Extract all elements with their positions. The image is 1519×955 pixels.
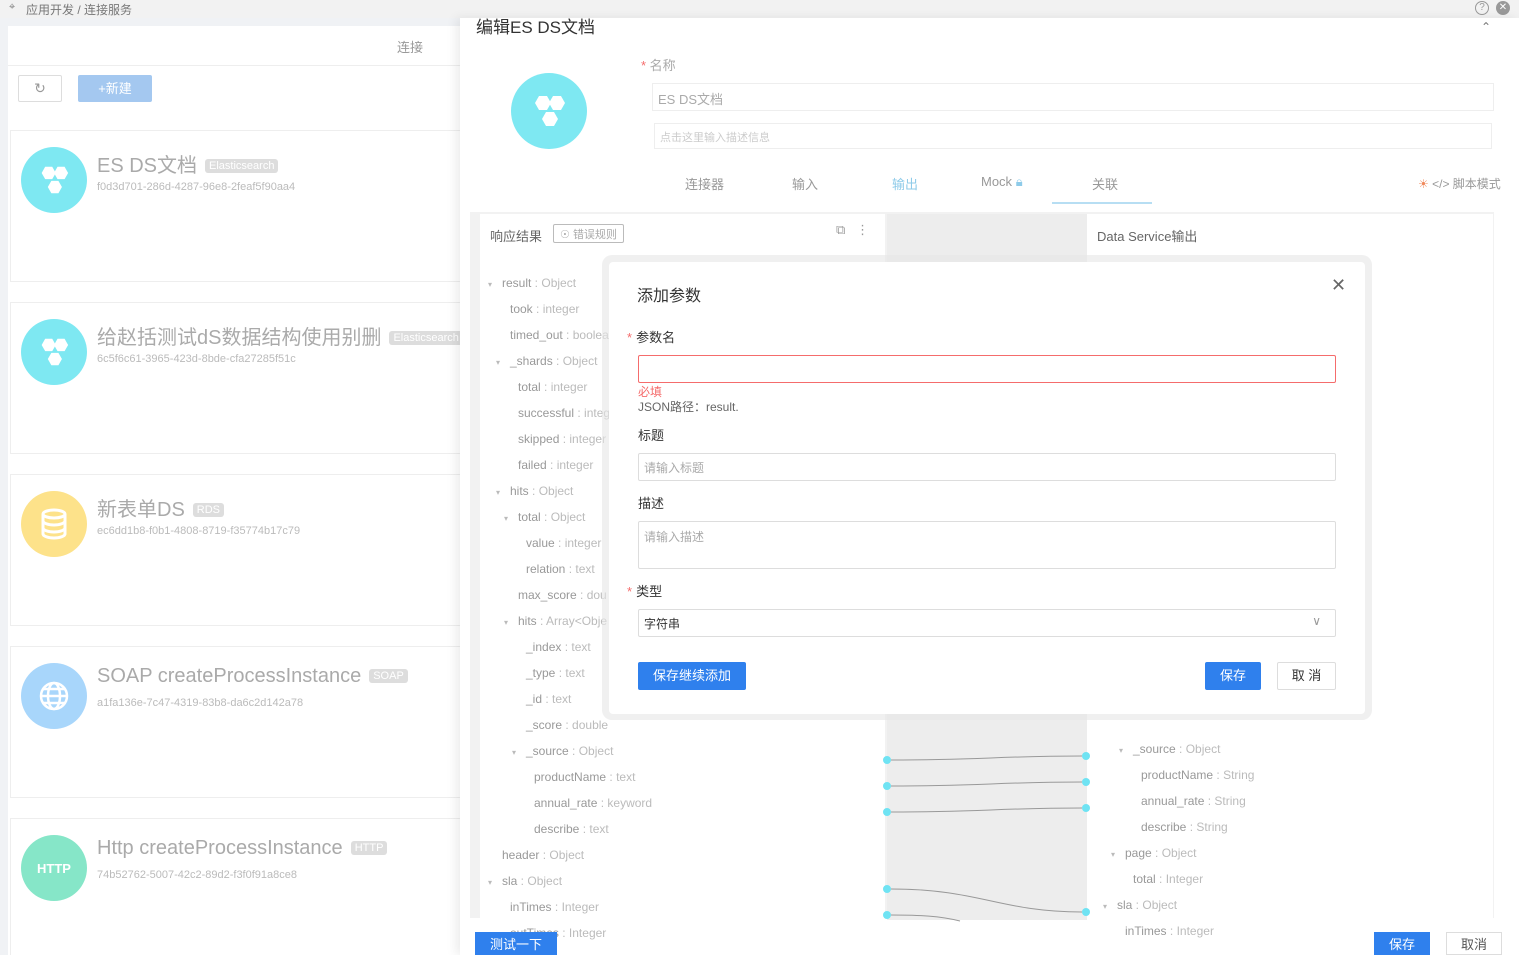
- hexagon-cluster-icon: [21, 147, 87, 213]
- link-point[interactable]: [883, 782, 891, 790]
- card-id: a1fa136e-7c47-4319-83b8-da6c2d142a78: [97, 697, 304, 709]
- connection-card[interactable]: SOAP createProcessInstance SOAP a1fa136e-7…: [10, 646, 462, 798]
- card-title-text: SOAP createProcessInstance: [97, 665, 362, 687]
- type-badge: Elasticsearch: [205, 159, 279, 173]
- card-title: ES DS文档 Elasticsearch: [97, 149, 279, 178]
- link-point[interactable]: [883, 885, 891, 893]
- help-icon[interactable]: ?: [1475, 1, 1489, 15]
- card-id: ec6dd1b8-f0b1-4808-8719-f35774b17c79: [97, 525, 301, 537]
- link-point[interactable]: [883, 808, 891, 816]
- test-button[interactable]: 测试一下: [475, 932, 557, 955]
- connection-card[interactable]: 给赵括测试dS数据结构使用别删 Elasticsearch 6c5f6c61-396…: [10, 302, 463, 454]
- type-select[interactable]: 字符串 ∨: [638, 609, 1336, 637]
- card-title-text: ES DS文档: [97, 155, 198, 177]
- breadcrumb: 应用开发 / 连接服务: [26, 3, 133, 17]
- title-input[interactable]: 请输入标题: [638, 453, 1336, 481]
- type-badge: HTTP: [350, 841, 388, 855]
- connection-card[interactable]: ES DS文档 Elasticsearch f0d3d701-286d-4287-9…: [10, 130, 462, 282]
- close-icon[interactable]: ✕: [1331, 275, 1346, 296]
- close-icon[interactable]: ✕: [1496, 1, 1510, 15]
- chevron-down-icon: ∨: [1312, 614, 1321, 628]
- link-point[interactable]: [883, 756, 891, 764]
- type-badge: SOAP: [369, 669, 408, 683]
- param-name-input[interactable]: [638, 355, 1336, 383]
- location-pin-icon: ⌖: [9, 1, 16, 13]
- plus-icon: +: [98, 81, 106, 96]
- modal-title: 添加参数: [637, 288, 702, 305]
- database-icon: [21, 491, 87, 557]
- link-point[interactable]: [1082, 752, 1090, 760]
- type-label: * 类型: [627, 584, 663, 599]
- card-title-text: Http createProcessInstance: [97, 837, 343, 859]
- connection-card[interactable]: 新表单DS RDS ec6dd1b8-f0b1-4808-8719-f35774b1…: [10, 474, 462, 626]
- type-label-text: 类型: [636, 584, 663, 599]
- modal-save-button[interactable]: 保存: [1205, 662, 1261, 690]
- globe-icon: [21, 663, 87, 729]
- card-id: 6c5f6c61-3965-423d-8bde-cfa27285f51c: [97, 353, 296, 365]
- connection-card[interactable]: HTTP Http createProcessInstance HTTP 74b527…: [10, 818, 462, 955]
- hexagon-cluster-icon: [21, 319, 87, 385]
- new-button[interactable]: +新建: [78, 75, 152, 102]
- card-id: f0d3d701-286d-4287-96e8-2feaf5f90aa4: [97, 181, 296, 193]
- cancel-button[interactable]: 取消: [1446, 932, 1502, 955]
- save-and-continue-button[interactable]: 保存继续添加: [638, 662, 746, 690]
- panel-header: 连接: [8, 26, 460, 66]
- card-title: 新表单DS RDS: [97, 493, 225, 522]
- http-icon: HTTP: [21, 835, 87, 901]
- top-bar: ⌖ 应用开发 / 连接服务 ? ✕: [0, 0, 1519, 18]
- link-point[interactable]: [883, 911, 891, 919]
- card-title-text: 给赵括测试dS数据结构使用别删: [97, 327, 382, 349]
- link-point[interactable]: [1082, 804, 1090, 812]
- title-label: 标题: [638, 428, 665, 443]
- new-button-label: 新建: [105, 81, 132, 96]
- link-point[interactable]: [1082, 908, 1090, 916]
- panel-header-label: 连接: [397, 40, 424, 55]
- type-badge: Elasticsearch: [389, 331, 463, 345]
- json-path: JSON路径：result.: [638, 400, 739, 414]
- add-param-modal: 添加参数 ✕ * 参数名 必填 JSON路径：result. 标题 请输入标题 描…: [609, 262, 1365, 714]
- card-title: Http createProcessInstance HTTP: [97, 837, 388, 860]
- type-value: 字符串: [644, 617, 681, 631]
- modal-cancel-button[interactable]: 取 消: [1277, 662, 1336, 690]
- param-name-label: * 参数名: [627, 330, 676, 345]
- card-id: 74b52762-5007-42c2-89d2-f3f0f91a8ce8: [97, 869, 297, 881]
- refresh-icon: ↻: [34, 80, 46, 96]
- desc-label: 描述: [638, 496, 665, 511]
- card-title-text: 新表单DS: [97, 499, 185, 521]
- link-point[interactable]: [1082, 778, 1090, 786]
- card-title: SOAP createProcessInstance SOAP: [97, 665, 408, 688]
- save-button[interactable]: 保存: [1374, 932, 1430, 955]
- param-name-label-text: 参数名: [636, 330, 676, 345]
- card-title: 给赵括测试dS数据结构使用别删 Elasticsearch: [97, 321, 463, 350]
- refresh-button[interactable]: ↻: [18, 75, 62, 102]
- type-badge: RDS: [192, 503, 225, 517]
- desc-textarea[interactable]: 请输入描述: [638, 521, 1336, 569]
